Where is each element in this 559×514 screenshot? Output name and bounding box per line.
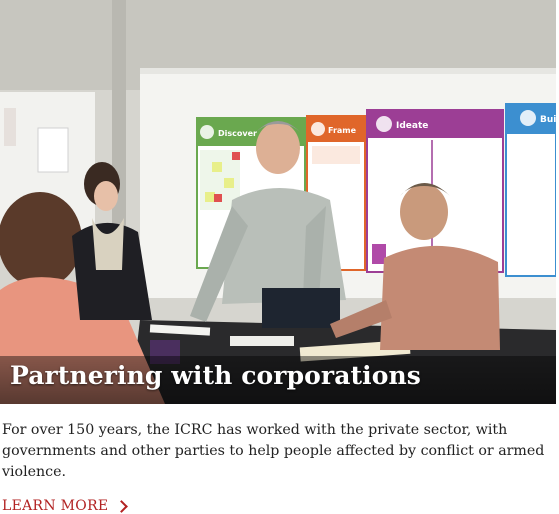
meeting-photo: Discover Frame Ideate Bui: [0, 0, 556, 404]
column-discover: Discover: [218, 129, 257, 138]
column-ideate: Ideate: [396, 121, 428, 131]
learn-more-label: LEARN MORE: [2, 498, 109, 514]
hero-photo[interactable]: Discover Frame Ideate Bui Partnering wit…: [0, 0, 556, 404]
column-build: Bui: [540, 115, 556, 125]
partner-card: Discover Frame Ideate Bui Partnering wit…: [0, 0, 559, 514]
card-description: For over 150 years, the ICRC has worked …: [2, 422, 545, 480]
card-title[interactable]: Partnering with corporations: [10, 361, 421, 390]
chevron-right-icon: [115, 500, 129, 513]
column-frame: Frame: [328, 126, 357, 135]
learn-more-link[interactable]: LEARN MORE: [2, 498, 129, 514]
